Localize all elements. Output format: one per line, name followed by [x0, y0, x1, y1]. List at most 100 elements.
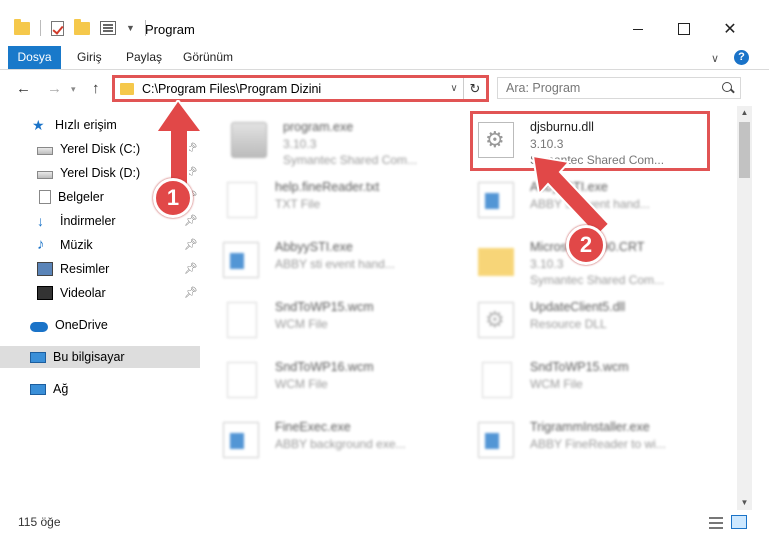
up-arrow-icon[interactable]: ↑: [92, 80, 100, 97]
sidebar-item-label: Yerel Disk (C:): [60, 142, 141, 156]
file-item[interactable]: SndToWP15.wcm WCM File: [470, 354, 710, 402]
sidebar-item-this-pc[interactable]: Bu bilgisayar: [0, 346, 200, 368]
file-version: 3.10.3: [530, 257, 564, 271]
file-type: WCM File: [530, 377, 583, 391]
exe-icon: [223, 422, 259, 458]
exe-icon: [478, 422, 514, 458]
search-icon[interactable]: [718, 78, 740, 98]
file-type: TXT File: [275, 197, 321, 211]
file-item[interactable]: SndToWP15.wcm WCM File: [215, 294, 455, 342]
file-item[interactable]: TrigrammInstaller.exe ABBY FineReader to…: [470, 414, 710, 462]
help-icon[interactable]: ?: [734, 50, 749, 65]
file-item[interactable]: help.fineReader.txt TXT File: [215, 174, 455, 222]
sidebar-item-label: Yerel Disk (D:): [60, 166, 141, 180]
text-file-icon: [482, 362, 512, 398]
file-type: WCM File: [275, 317, 328, 331]
folder-icon: [120, 82, 134, 95]
new-folder-icon[interactable]: [74, 18, 90, 35]
item-count: 115 öğe: [18, 515, 61, 529]
recent-locations-icon[interactable]: ▾: [71, 84, 76, 95]
properties-icon[interactable]: [100, 21, 116, 35]
step-badge-1: 1: [153, 178, 193, 218]
file-item[interactable]: FineExec.exe ABBY background exe...: [215, 414, 455, 462]
folder-icon: [14, 18, 30, 35]
video-icon: [37, 286, 53, 300]
file-name: program.exe: [283, 120, 354, 134]
tab-file[interactable]: Dosya: [8, 46, 61, 69]
text-file-icon: [227, 182, 257, 218]
expand-ribbon-icon[interactable]: ∨: [711, 52, 719, 65]
sidebar-item-label: Bu bilgisayar: [53, 350, 125, 364]
address-dropdown-icon[interactable]: ∨: [445, 83, 463, 94]
status-bar: 115 öğe: [0, 510, 769, 540]
file-description: ABBY background exe...: [275, 437, 406, 451]
toolbar-separator: [40, 20, 41, 36]
search-input[interactable]: Ara: Program: [497, 77, 741, 99]
sidebar-item-label: Ağ: [53, 382, 69, 396]
exe-icon: [223, 242, 259, 278]
vertical-scrollbar[interactable]: ▲ ▼: [737, 106, 752, 510]
folder-icon: [478, 248, 514, 276]
title-bar: ▼ Program ✕: [0, 0, 769, 44]
sidebar-item-label: OneDrive: [55, 318, 108, 332]
refresh-icon[interactable]: ↻: [464, 81, 486, 97]
file-name: FineExec.exe: [275, 420, 351, 434]
tiles-view-icon[interactable]: [731, 515, 747, 529]
pin-icon[interactable]: 📌︎: [184, 262, 198, 275]
close-button[interactable]: ✕: [720, 21, 740, 38]
sidebar-item-music[interactable]: ♪ Müzik 📌︎: [0, 234, 200, 256]
window-title: Program: [145, 22, 195, 37]
download-icon: ↓: [37, 213, 44, 229]
address-bar[interactable]: C:\Program Files\Program Dizini ∨ ↻: [112, 75, 489, 102]
sidebar-item-label: Videolar: [60, 286, 106, 300]
tab-home[interactable]: Giriş: [77, 46, 102, 69]
file-item[interactable]: UpdateClient5.dll Resource DLL: [470, 294, 710, 342]
details-view-icon[interactable]: [709, 517, 723, 529]
documents-icon: [39, 190, 51, 204]
setup-icon: [231, 122, 267, 158]
sidebar-item-pictures[interactable]: Resimler 📌︎: [0, 258, 200, 280]
file-name: SndToWP15.wcm: [275, 300, 374, 314]
exe-icon: [478, 182, 514, 218]
file-name: help.fineReader.txt: [275, 180, 380, 194]
step-badge-2: 2: [566, 225, 606, 265]
ribbon-tabs: Dosya Giriş Paylaş Görünüm: [0, 46, 769, 70]
file-description: Symantec Shared Com...: [283, 153, 418, 167]
navigation-bar: ← → ▾ ↑ C:\Program Files\Program Dizini …: [0, 72, 769, 106]
computer-icon: [30, 351, 46, 363]
tab-view[interactable]: Görünüm: [183, 46, 233, 69]
scroll-up-icon[interactable]: ▲: [737, 106, 752, 120]
scroll-down-icon[interactable]: ▼: [737, 496, 752, 510]
customize-dropdown-icon[interactable]: ▼: [126, 23, 135, 33]
minimize-button[interactable]: [628, 22, 648, 36]
pin-icon[interactable]: 📌︎: [184, 238, 198, 251]
file-item[interactable]: AbbyySTI.exe ABBY sti event hand...: [215, 234, 455, 282]
sidebar-item-onedrive[interactable]: OneDrive: [0, 314, 200, 336]
scrollbar-thumb[interactable]: [739, 122, 750, 178]
file-item[interactable]: program.exe 3.10.3 Symantec Shared Com..…: [223, 114, 463, 167]
back-arrow-icon[interactable]: ←: [16, 80, 31, 97]
music-icon: ♪: [37, 236, 45, 253]
sidebar-item-label: Resimler: [60, 262, 110, 276]
file-item[interactable]: SndToWP16.wcm WCM File: [215, 354, 455, 402]
properties-check-icon[interactable]: [51, 20, 64, 36]
file-description: ABBY sti event hand...: [275, 257, 395, 271]
file-description: Symantec Shared Com...: [530, 273, 665, 287]
sidebar-item-label: Müzik: [60, 238, 93, 252]
tab-share[interactable]: Paylaş: [126, 46, 162, 69]
disk-icon: [37, 146, 53, 155]
pin-icon[interactable]: 📌︎: [184, 214, 198, 227]
sidebar-item-videos[interactable]: Videolar 📌︎: [0, 282, 200, 304]
network-icon: [30, 383, 46, 395]
file-version: 3.10.3: [283, 137, 317, 151]
file-name: TrigrammInstaller.exe: [530, 420, 650, 434]
forward-arrow-icon[interactable]: →: [47, 80, 62, 97]
cloud-icon: [30, 321, 48, 332]
text-file-icon: [227, 362, 257, 398]
address-path[interactable]: C:\Program Files\Program Dizini: [142, 82, 445, 96]
maximize-button[interactable]: [674, 22, 694, 36]
sidebar-item-network[interactable]: Ağ: [0, 378, 200, 400]
pin-icon[interactable]: 📌︎: [184, 286, 198, 299]
file-type: WCM File: [275, 377, 328, 391]
gear-file-icon: [478, 302, 514, 338]
